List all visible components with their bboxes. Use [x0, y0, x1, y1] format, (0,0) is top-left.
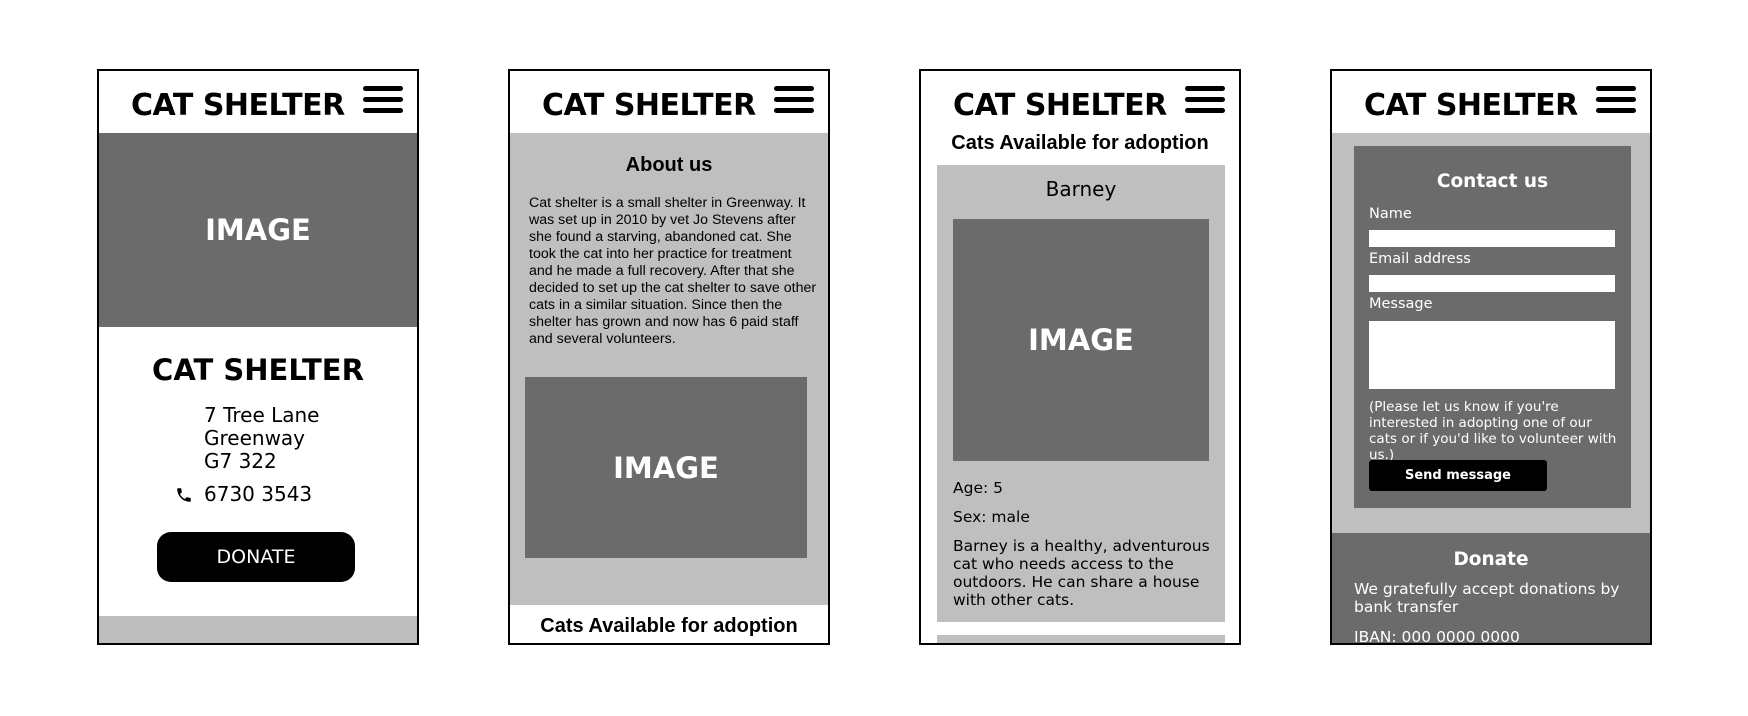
- about-text: Cat shelter is a small shelter in Greenw…: [529, 195, 817, 347]
- cat-description: Barney is a healthy, adventurous cat who…: [953, 537, 1210, 609]
- about-image-placeholder: IMAGE: [525, 377, 807, 558]
- donate-text: We gratefully accept donations by bank t…: [1354, 580, 1620, 616]
- site-header: CAT SHELTER: [1332, 71, 1650, 133]
- mobile-screen-adoption: CAT SHELTER Cats Available for adoption …: [919, 69, 1241, 645]
- contact-note: (Please let us know if you're interested…: [1369, 399, 1617, 463]
- name-label: Name: [1369, 206, 1412, 222]
- contact-title: Contact us: [1436, 171, 1549, 192]
- message-label: Message: [1369, 296, 1433, 312]
- donate-title: Donate: [1453, 549, 1529, 570]
- site-title: CAT SHELTER: [131, 88, 345, 123]
- site-title: CAT SHELTER: [953, 88, 1167, 123]
- site-header: CAT SHELTER: [510, 71, 828, 133]
- mobile-screen-about: CAT SHELTER About us Cat shelter is a sm…: [508, 69, 830, 645]
- name-input[interactable]: [1369, 230, 1615, 247]
- address-line: Greenway: [204, 426, 306, 450]
- email-input[interactable]: [1369, 275, 1615, 292]
- site-header: CAT SHELTER: [99, 71, 417, 133]
- mobile-screen-home: CAT SHELTER IMAGE CAT SHELTER 7 Tree Lan…: [97, 69, 419, 645]
- phone-icon: [177, 488, 191, 502]
- cat-age: Age: 5: [953, 479, 1003, 497]
- hamburger-menu-icon[interactable]: [1596, 86, 1636, 116]
- adoption-title: Cats Available for adoption: [951, 132, 1209, 154]
- adoption-section-title: Cats Available for adoption: [540, 615, 798, 637]
- address-line: G7 322: [204, 449, 277, 473]
- site-header: CAT SHELTER: [921, 71, 1239, 133]
- hamburger-menu-icon[interactable]: [774, 86, 814, 116]
- cat-image-placeholder: IMAGE: [953, 219, 1209, 461]
- mobile-screen-contact: CAT SHELTER Contact us Name Email addres…: [1330, 69, 1652, 645]
- image-placeholder-label: IMAGE: [1028, 323, 1134, 357]
- phone-number: 6730 3543: [204, 482, 313, 506]
- image-placeholder-label: IMAGE: [613, 450, 719, 485]
- iban-number: IBAN: 000 0000 0000: [1354, 628, 1520, 645]
- cat-name: Barney: [1045, 177, 1117, 201]
- donate-section: Donate We gratefully accept donations by…: [1332, 533, 1650, 645]
- shelter-address: 7 Tree Lane Greenway G7 322: [204, 404, 320, 473]
- email-label: Email address: [1369, 251, 1471, 267]
- shelter-name: CAT SHELTER: [152, 353, 364, 387]
- address-line: 7 Tree Lane: [204, 403, 320, 427]
- next-cat-card: [937, 635, 1225, 643]
- about-title: About us: [625, 154, 713, 176]
- send-message-button[interactable]: Send message: [1369, 460, 1547, 491]
- hero-image-placeholder: IMAGE: [99, 133, 417, 327]
- image-placeholder-label: IMAGE: [205, 213, 311, 247]
- donate-button[interactable]: DONATE: [157, 532, 355, 582]
- message-input[interactable]: [1369, 321, 1615, 389]
- contact-form: Contact us Name Email address Message (P…: [1354, 146, 1631, 508]
- site-title: CAT SHELTER: [542, 88, 756, 123]
- hamburger-menu-icon[interactable]: [363, 86, 403, 116]
- cat-card[interactable]: Barney IMAGE Age: 5 Sex: male Barney is …: [937, 165, 1225, 622]
- hamburger-menu-icon[interactable]: [1185, 86, 1225, 116]
- cat-sex: Sex: male: [953, 508, 1030, 526]
- site-title: CAT SHELTER: [1364, 88, 1578, 123]
- next-section-strip: [99, 616, 417, 643]
